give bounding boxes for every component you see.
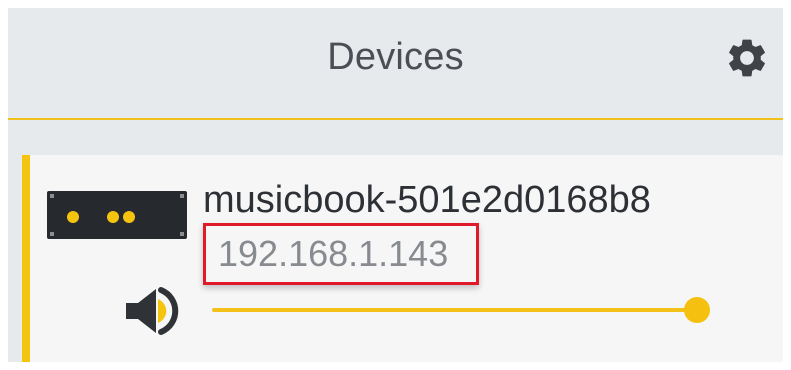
device-ip-address: 192.168.1.143 — [203, 223, 479, 285]
mute-toggle-button[interactable] — [122, 283, 184, 339]
page-title: Devices — [327, 36, 464, 78]
header: Devices — [8, 8, 783, 118]
device-name: musicbook-501e2d0168b8 — [203, 179, 651, 221]
devices-screen: Devices musicbook-501e2d0168b8 192.168.1… — [8, 8, 783, 362]
header-divider — [8, 118, 783, 120]
volume-thumb[interactable] — [684, 297, 710, 323]
speaker-device-icon — [47, 191, 187, 239]
gear-icon — [729, 39, 765, 77]
settings-button[interactable] — [722, 33, 772, 83]
speaker-volume-icon — [126, 287, 179, 335]
selected-indicator — [22, 155, 30, 362]
volume-slider[interactable] — [212, 295, 717, 325]
device-card[interactable]: musicbook-501e2d0168b8 192.168.1.143 — [22, 155, 783, 362]
volume-track — [212, 308, 697, 312]
